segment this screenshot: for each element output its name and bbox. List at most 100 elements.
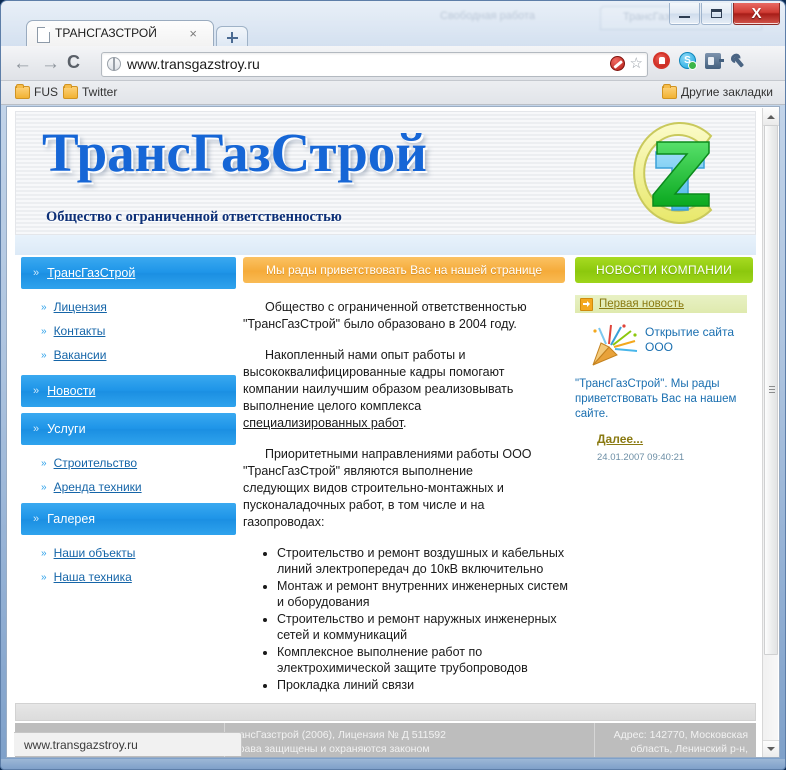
- news-banner: НОВОСТИ КОМПАНИИ: [575, 257, 753, 283]
- footer-copyright-line2: права защищены и охраняются законом: [233, 743, 430, 755]
- folder-icon: [662, 83, 678, 99]
- chevron-right-icon: »: [41, 301, 47, 313]
- browser-window: Свободная работа ТрансГазСтрой X ТРАНСГА…: [0, 0, 786, 770]
- bookmark-label: FUS: [34, 85, 58, 99]
- nav-item-galereya[interactable]: » Галерея: [21, 503, 236, 535]
- nav-item-nasha-tehnika[interactable]: » Наша техника: [21, 565, 236, 589]
- blocked-script-icon[interactable]: [609, 56, 625, 71]
- list-item: Прокладка линий связи: [277, 677, 573, 693]
- nav-item-arenda-tehniki[interactable]: » Аренда техники: [21, 475, 236, 499]
- footer-copyright-cell: рансГазстрой (2006), Лицензия № Д 511592…: [225, 723, 595, 757]
- footer-address-label: Адрес:: [613, 729, 647, 741]
- globe-icon: [107, 56, 121, 71]
- nav-item-nashi-obekty[interactable]: » Наши объекты: [21, 541, 236, 565]
- chevron-right-icon: »: [41, 349, 47, 361]
- address-bar[interactable]: www.transgazstroy.ru ☆: [101, 52, 648, 77]
- list-item: Строительство и ремонт наружных инженерн…: [277, 611, 573, 643]
- nav-item-label: ТрансГазСтрой: [47, 266, 136, 280]
- nav-item-label: Лицензия: [53, 300, 107, 314]
- vertical-scrollbar[interactable]: [762, 108, 779, 757]
- scroll-down-button[interactable]: [763, 740, 779, 757]
- welcome-banner: Мы рады приветствовать Вас на нашей стра…: [243, 257, 565, 283]
- paragraph-2-tail: .: [403, 416, 407, 430]
- adblock-icon[interactable]: [653, 52, 670, 69]
- extension-icons: S: [653, 52, 746, 70]
- nav-item-novosti[interactable]: » Новости: [21, 375, 236, 407]
- footer-copyright-line1: рансГазстрой (2006), Лицензия № Д 511592: [233, 729, 446, 741]
- page-viewport: ТрансГазСтрой Общество с ограниченной от…: [6, 106, 780, 758]
- news-more-link[interactable]: Далее...: [597, 432, 747, 447]
- bookmarks-bar: FUS Twitter Другие закладки: [1, 81, 785, 105]
- intro-text: Общество с ограниченной ответственностью…: [243, 299, 543, 531]
- new-tab-button[interactable]: [216, 26, 248, 48]
- web-page: ТрансГазСтрой Общество с ограниченной от…: [7, 107, 764, 757]
- chevron-right-icon: »: [33, 267, 40, 279]
- chevron-right-icon: »: [33, 385, 40, 397]
- nav-item-kontakty[interactable]: » Контакты: [21, 319, 236, 343]
- tab-transgazstroy[interactable]: ТРАНСГАЗСТРОЙ ×: [26, 20, 214, 49]
- paragraph-3: Приоритетными направлениями работы ООО "…: [243, 447, 532, 529]
- site-navigation: » ТрансГазСтрой » Лицензия » Контакты » …: [21, 257, 236, 589]
- nav-item-label: Аренда техники: [53, 480, 142, 494]
- back-button[interactable]: ←: [13, 54, 32, 73]
- scroll-up-button[interactable]: [763, 108, 779, 126]
- scrollbar-grip-icon: [769, 386, 775, 394]
- nav-item-label: Галерея: [47, 512, 96, 526]
- chevron-right-icon: »: [33, 513, 40, 525]
- list-item: Комплексное выполнение работ по электрох…: [277, 644, 573, 676]
- nav-item-label: Услуги: [47, 422, 86, 436]
- address-bar-url: www.transgazstroy.ru: [127, 56, 260, 72]
- extension-plugin-icon[interactable]: [705, 52, 724, 69]
- news-banner-label: НОВОСТИ КОМПАНИИ: [595, 263, 733, 277]
- footer-address-cell: Адрес: 142770, Московская область, Ленин…: [595, 723, 756, 757]
- chevron-right-icon: »: [41, 571, 47, 583]
- status-bubble-text: www.transgazstroy.ru: [24, 737, 138, 752]
- site-header: ТрансГазСтрой Общество с ограниченной от…: [15, 111, 756, 235]
- news-item-title-link[interactable]: Первая новость: [599, 298, 684, 310]
- nav-item-vakansii[interactable]: » Вакансии: [21, 343, 236, 367]
- nav-item-label: Вакансии: [53, 348, 107, 362]
- paragraph-2-text: Накопленный нами опыт работы и высококва…: [243, 348, 514, 413]
- nav-item-label: Новости: [47, 384, 96, 398]
- footer-top-bar: [15, 703, 756, 721]
- nav-item-stroitelstvo[interactable]: » Строительство: [21, 451, 236, 475]
- nav-item-label: Строительство: [53, 456, 138, 470]
- tab-strip: ТРАНСГАЗСТРОЙ ×: [0, 18, 786, 49]
- nav-item-uslugi[interactable]: » Услуги: [21, 413, 236, 445]
- nav-item-licenziya[interactable]: » Лицензия: [21, 295, 236, 319]
- scrollbar-thumb[interactable]: [764, 125, 778, 655]
- welcome-banner-label: Мы рады приветствовать Вас на нашей стра…: [265, 263, 543, 277]
- chevron-right-icon: »: [41, 325, 47, 337]
- chevron-right-icon: »: [33, 423, 40, 435]
- nav-item-label: Контакты: [53, 324, 106, 338]
- bookmark-fus[interactable]: FUS: [15, 83, 58, 99]
- status-bubble: www.transgazstroy.ru: [14, 732, 242, 756]
- site-logo-text: ТрансГазСтрой: [42, 122, 427, 183]
- chevron-right-icon: »: [41, 481, 47, 493]
- specialized-works-link[interactable]: специализированных работ: [243, 416, 403, 430]
- news-item-text: "ТрансГазСтрой". Мы рады приветствовать …: [575, 378, 737, 420]
- site-logo-subtitle: Общество с ограниченной ответственностью: [46, 209, 342, 225]
- wrench-menu-icon[interactable]: [727, 49, 750, 72]
- skype-icon[interactable]: S: [679, 52, 697, 70]
- tab-close-icon[interactable]: ×: [189, 26, 197, 41]
- browser-toolbar: ← → C www.transgazstroy.ru ☆ S: [1, 46, 785, 81]
- company-emblem-icon: [633, 122, 713, 224]
- bookmark-other-bookmarks[interactable]: Другие закладки: [662, 83, 773, 99]
- news-item-body: Открытие сайта ООО "ТрансГазСтрой". Мы р…: [575, 321, 747, 465]
- bookmark-label: Другие закладки: [681, 85, 773, 99]
- triangle-down-icon: [767, 747, 775, 755]
- bookmark-label: Twitter: [82, 85, 118, 99]
- nav-item-transgazstroy[interactable]: » ТрансГазСтрой: [21, 257, 236, 289]
- chevron-right-icon: »: [41, 547, 47, 559]
- news-sidebar: НОВОСТИ КОМПАНИИ Первая новость Открытие…: [575, 257, 753, 465]
- bookmark-twitter[interactable]: Twitter: [63, 83, 118, 99]
- folder-icon: [15, 83, 30, 99]
- folder-icon: [63, 83, 78, 99]
- reload-button[interactable]: C: [67, 53, 80, 72]
- main-content: Мы рады приветствовать Вас на нашей стра…: [243, 257, 573, 744]
- bookmark-star-icon[interactable]: ☆: [630, 56, 643, 71]
- news-item-header[interactable]: Первая новость: [575, 295, 747, 313]
- footer-address-line2: область, Ленинский р-н,: [630, 743, 748, 755]
- forward-button[interactable]: →: [41, 54, 60, 73]
